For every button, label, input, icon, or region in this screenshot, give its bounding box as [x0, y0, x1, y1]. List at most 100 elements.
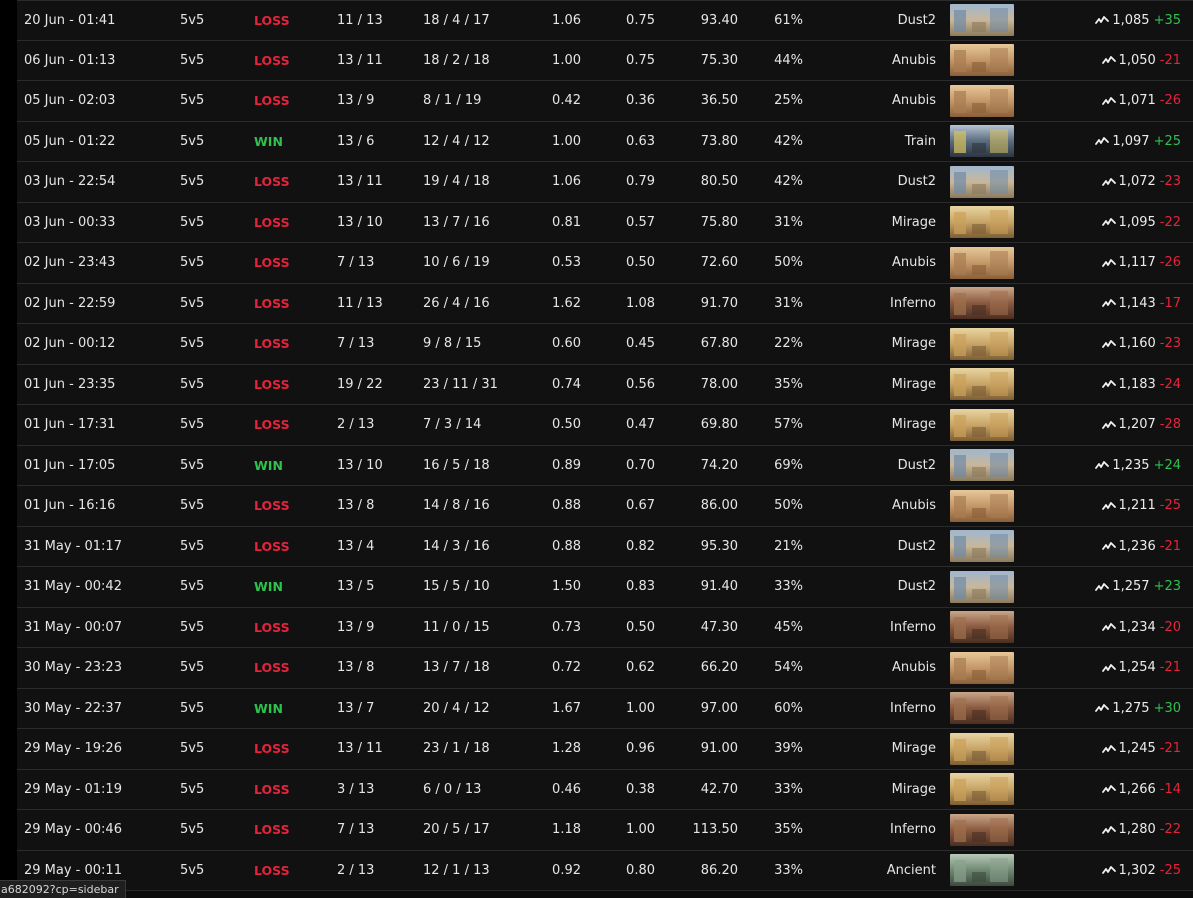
table-row[interactable]: 29 May - 00:11 5v5 LOSS 2 / 13 12 / 1 / 13 0.… — [17, 850, 1193, 891]
match-headshot-percent: 42% — [774, 174, 803, 190]
match-date: 20 Jun - 01:41 — [24, 12, 116, 28]
match-kda: 13 / 7 / 18 — [423, 660, 490, 676]
match-score: 13 / 8 — [337, 660, 375, 676]
match-adr: 69.80 — [700, 417, 738, 433]
match-kr-ratio: 0.45 — [626, 336, 655, 352]
elo-value: 1,254 — [1118, 660, 1156, 676]
elo-trend-icon — [1095, 461, 1110, 470]
table-row[interactable]: 31 May - 01:17 5v5 LOSS 13 / 4 14 / 3 / 16 0.… — [17, 526, 1193, 567]
match-kd-ratio: 1.00 — [552, 133, 581, 149]
match-map-name: Dust2 — [897, 12, 936, 28]
elo-trend-icon — [1101, 542, 1116, 551]
elo-change: -17 — [1159, 295, 1181, 311]
match-score: 2 / 13 — [337, 417, 375, 433]
match-adr: 72.60 — [700, 255, 738, 271]
match-map-name: Train — [904, 133, 936, 149]
match-headshot-percent: 57% — [774, 417, 803, 433]
match-adr: 36.50 — [700, 93, 738, 109]
table-row[interactable]: 29 May - 19:26 5v5 LOSS 13 / 11 23 / 1 / 18 1… — [17, 729, 1193, 770]
match-result: LOSS — [254, 255, 290, 271]
table-row[interactable]: 01 Jun - 17:31 5v5 LOSS 2 / 13 7 / 3 / 14 0.5… — [17, 405, 1193, 446]
match-mode: 5v5 — [180, 12, 205, 28]
elo-change: -23 — [1159, 336, 1181, 352]
match-kda: 12 / 4 / 12 — [423, 133, 490, 149]
table-row[interactable]: 02 Jun - 22:59 5v5 LOSS 11 / 13 26 / 4 / 16 1… — [17, 283, 1193, 324]
match-result: LOSS — [254, 862, 290, 878]
table-row[interactable]: 29 May - 00:46 5v5 LOSS 7 / 13 20 / 5 / 17 1.… — [17, 810, 1193, 851]
elo-value: 1,085 — [1112, 12, 1150, 28]
table-row[interactable]: 05 Jun - 01:22 5v5 WIN 13 / 6 12 / 4 / 12 1.0… — [17, 121, 1193, 162]
table-row[interactable]: 06 Jun - 01:13 5v5 LOSS 13 / 11 18 / 2 / 18 1… — [17, 40, 1193, 81]
map-thumbnail — [950, 243, 1014, 283]
elo-change: -22 — [1159, 822, 1181, 838]
match-mode: 5v5 — [180, 52, 205, 68]
match-elo: 1,143 -17 — [1101, 284, 1181, 324]
match-adr: 74.20 — [700, 457, 738, 473]
map-thumbnail — [950, 446, 1014, 486]
match-adr: 80.50 — [700, 174, 738, 190]
elo-change: -23 — [1159, 174, 1181, 190]
elo-change: -25 — [1159, 862, 1181, 878]
anubis-thumbnail — [950, 651, 1014, 684]
match-date: 31 May - 00:07 — [24, 619, 122, 635]
match-headshot-percent: 31% — [774, 295, 803, 311]
match-elo: 1,183 -24 — [1101, 365, 1181, 405]
elo-trend-icon — [1101, 744, 1116, 753]
table-row[interactable]: 30 May - 22:37 5v5 WIN 13 / 7 20 / 4 / 12 1.6… — [17, 688, 1193, 729]
match-date: 29 May - 19:26 — [24, 741, 122, 757]
match-kda: 15 / 5 / 10 — [423, 579, 490, 595]
match-kd-ratio: 0.73 — [552, 619, 581, 635]
match-date: 01 Jun - 17:05 — [24, 457, 116, 473]
table-row[interactable]: 31 May - 00:42 5v5 WIN 13 / 5 15 / 5 / 10 1.5… — [17, 567, 1193, 608]
table-row[interactable]: 03 Jun - 22:54 5v5 LOSS 13 / 11 19 / 4 / 18 1… — [17, 162, 1193, 203]
match-kda: 7 / 3 / 14 — [423, 417, 482, 433]
match-adr: 86.20 — [700, 862, 738, 878]
match-headshot-percent: 35% — [774, 822, 803, 838]
elo-change: -26 — [1159, 93, 1181, 109]
match-mode: 5v5 — [180, 741, 205, 757]
table-row[interactable]: 05 Jun - 02:03 5v5 LOSS 13 / 9 8 / 1 / 19 0.4… — [17, 81, 1193, 122]
match-kr-ratio: 0.96 — [626, 741, 655, 757]
table-row[interactable]: 20 Jun - 01:41 5v5 LOSS 11 / 13 18 / 4 / 17 1… — [17, 0, 1193, 41]
match-result: LOSS — [254, 741, 290, 757]
dust2-thumbnail — [950, 530, 1014, 563]
match-kd-ratio: 1.00 — [552, 52, 581, 68]
table-row[interactable]: 30 May - 23:23 5v5 LOSS 13 / 8 13 / 7 / 18 0.… — [17, 648, 1193, 689]
elo-trend-icon — [1101, 866, 1116, 875]
match-map-name: Mirage — [891, 741, 936, 757]
match-kd-ratio: 1.18 — [552, 822, 581, 838]
match-kr-ratio: 0.67 — [626, 498, 655, 514]
match-score: 13 / 6 — [337, 133, 375, 149]
elo-change: -26 — [1159, 255, 1181, 271]
match-adr: 93.40 — [700, 12, 738, 28]
map-thumbnail — [950, 810, 1014, 850]
match-kda: 10 / 6 / 19 — [423, 255, 490, 271]
table-row[interactable]: 02 Jun - 00:12 5v5 LOSS 7 / 13 9 / 8 / 15 0.6… — [17, 324, 1193, 365]
status-bar-url: a682092?cp=sidebar — [0, 880, 126, 898]
table-row[interactable]: 29 May - 01:19 5v5 LOSS 3 / 13 6 / 0 / 13 0.4… — [17, 769, 1193, 810]
table-row[interactable]: 31 May - 00:07 5v5 LOSS 13 / 9 11 / 0 / 15 0.… — [17, 607, 1193, 648]
match-score: 11 / 13 — [337, 295, 383, 311]
match-date: 29 May - 01:19 — [24, 781, 122, 797]
elo-value: 1,235 — [1112, 457, 1150, 473]
match-mode: 5v5 — [180, 133, 205, 149]
table-row[interactable]: 01 Jun - 16:16 5v5 LOSS 13 / 8 14 / 8 / 16 0.… — [17, 486, 1193, 527]
table-row[interactable]: 03 Jun - 00:33 5v5 LOSS 13 / 10 13 / 7 / 16 0… — [17, 202, 1193, 243]
match-elo: 1,235 +24 — [1095, 446, 1181, 486]
table-row[interactable]: 01 Jun - 23:35 5v5 LOSS 19 / 22 23 / 11 / 31… — [17, 364, 1193, 405]
dust2-thumbnail — [950, 4, 1014, 37]
elo-value: 1,160 — [1118, 336, 1156, 352]
table-row[interactable]: 02 Jun - 23:43 5v5 LOSS 7 / 13 10 / 6 / 19 0.… — [17, 243, 1193, 284]
match-kr-ratio: 0.75 — [626, 52, 655, 68]
match-adr: 66.20 — [700, 660, 738, 676]
match-elo: 1,095 -22 — [1101, 203, 1181, 243]
match-map-name: Anubis — [891, 660, 936, 676]
match-kda: 8 / 1 / 19 — [423, 93, 482, 109]
match-kr-ratio: 0.75 — [626, 12, 655, 28]
match-mode: 5v5 — [180, 862, 205, 878]
match-headshot-percent: 31% — [774, 214, 803, 230]
match-mode: 5v5 — [180, 417, 205, 433]
map-thumbnail — [950, 405, 1014, 445]
match-elo: 1,280 -22 — [1101, 810, 1181, 850]
table-row[interactable]: 01 Jun - 17:05 5v5 WIN 13 / 10 16 / 5 / 18 0.… — [17, 445, 1193, 486]
